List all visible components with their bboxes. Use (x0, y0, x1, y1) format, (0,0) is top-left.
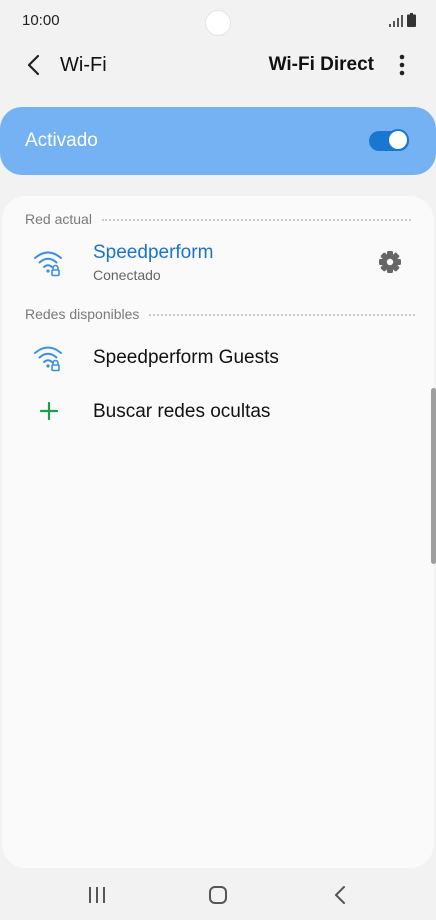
battery-icon (407, 13, 416, 27)
scrollbar[interactable] (431, 388, 436, 564)
page-title: Wi-Fi (60, 54, 107, 76)
add-hidden-network-row[interactable]: Buscar redes ocultas (2, 386, 434, 438)
current-network-header: Red actual (25, 211, 411, 227)
plus-icon (39, 401, 59, 421)
camera-cutout (205, 10, 231, 36)
wifi-direct-button[interactable]: Wi-Fi Direct (269, 54, 374, 76)
divider (101, 219, 411, 221)
current-network-row[interactable]: Speedperform Conectado (2, 234, 434, 290)
back-icon[interactable] (326, 882, 356, 908)
section-title: Redes disponibles (25, 306, 140, 322)
status-time: 10:00 (22, 12, 60, 29)
app-bar: Wi-Fi Wi-Fi Direct (0, 42, 436, 90)
network-row-guests[interactable]: Speedperform Guests (2, 332, 434, 384)
toggle-label: Activado (25, 130, 98, 151)
status-bar: 10:00 (0, 0, 436, 42)
navigation-bar (0, 870, 436, 920)
add-hidden-network-label: Buscar redes ocultas (93, 401, 271, 422)
home-icon[interactable] (203, 882, 233, 908)
network-list-card: Red actual Speedperform Conectado Redes (2, 196, 434, 868)
section-title: Red actual (25, 211, 92, 227)
signal-icon (389, 15, 403, 27)
chevron-left-icon (27, 54, 40, 76)
switch-knob (387, 129, 409, 151)
wifi-switch[interactable] (369, 128, 409, 154)
divider (149, 314, 415, 316)
current-network-status: Conectado (93, 267, 161, 283)
more-vert-icon (399, 54, 405, 76)
recents-icon[interactable] (82, 882, 112, 908)
more-options-button[interactable] (392, 52, 412, 78)
status-icons (389, 13, 416, 27)
network-name: Speedperform Guests (93, 347, 279, 368)
available-networks-header: Redes disponibles (25, 306, 415, 322)
gear-icon[interactable] (376, 248, 404, 276)
wifi-lock-icon (34, 346, 62, 372)
back-button[interactable] (22, 52, 48, 78)
wifi-lock-icon (34, 251, 62, 277)
current-network-name: Speedperform (93, 242, 214, 263)
